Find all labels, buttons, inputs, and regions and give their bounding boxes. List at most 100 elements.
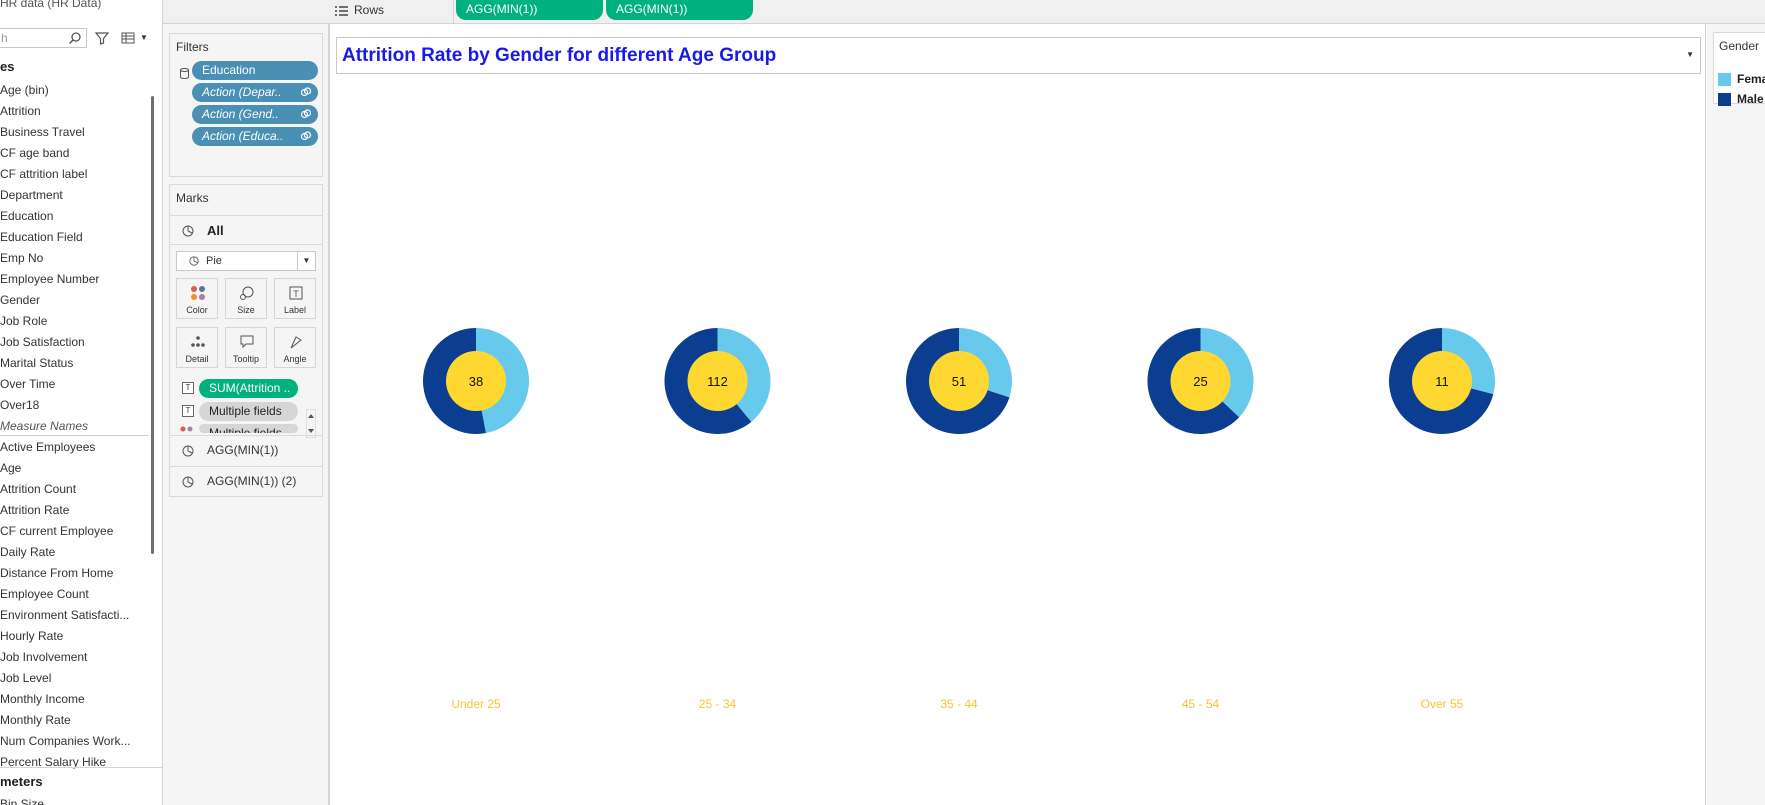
shelf-pill-multiple-fields[interactable]: Multiple fields [199, 424, 298, 433]
dimension-field[interactable]: Education [0, 206, 148, 227]
list-view-icon[interactable] [120, 30, 136, 46]
dimension-field[interactable]: Gender [0, 290, 148, 311]
scrollbar-thumb[interactable] [151, 96, 154, 554]
angle-button-label: Angle [283, 354, 307, 364]
detail-button[interactable]: Detail [176, 327, 218, 368]
dimension-field[interactable]: Job Satisfaction [0, 332, 148, 353]
size-button-label: Size [237, 305, 255, 315]
size-button[interactable]: Size [225, 278, 267, 319]
data-pane: HR data (HR Data) ▼ es Age (bin)Attritio… [0, 0, 163, 805]
attrition-count-label: 25 [1193, 374, 1207, 389]
age-group-label: Over 55 [1421, 697, 1464, 711]
marks-agg-row[interactable]: AGG(MIN(1)) (2) [170, 466, 322, 496]
dimension-field[interactable]: Education Field [0, 227, 148, 248]
measure-field[interactable]: Monthly Rate [0, 710, 148, 731]
measure-field[interactable]: CF current Employee [0, 521, 148, 542]
rows-label: Rows [354, 3, 385, 17]
agg-row-label: AGG(MIN(1)) [207, 443, 279, 457]
tooltip-icon [240, 335, 254, 349]
measure-field[interactable]: Percent Salary Hike [0, 752, 148, 773]
filter-icon[interactable] [94, 30, 110, 46]
chevron-down-icon[interactable]: ▼ [140, 33, 148, 42]
age-group-label: 45 - 54 [1182, 697, 1220, 711]
dimension-field[interactable]: Attrition [0, 101, 148, 122]
datasource-name[interactable]: HR data (HR Data) [0, 0, 101, 10]
filters-title: Filters [176, 40, 209, 54]
measure-field[interactable]: Distance From Home [0, 563, 148, 584]
dimension-field[interactable]: Age (bin) [0, 80, 148, 101]
color-button-label: Color [186, 305, 208, 315]
tooltip-button[interactable]: Tooltip [225, 327, 267, 368]
rows-icon [335, 6, 348, 16]
measure-field[interactable]: Num Companies Work... [0, 731, 148, 752]
label-icon: T [289, 286, 303, 300]
filter-pill-education[interactable]: Education [192, 61, 318, 80]
measure-field[interactable]: Hourly Rate [0, 626, 148, 647]
shelf-pill-sum-attrition[interactable]: SUM(Attrition .. [199, 379, 298, 398]
measure-field[interactable]: Environment Satisfacti... [0, 605, 148, 626]
gender-legend: Gender Female Male [1713, 32, 1765, 106]
filter-pill-action-department[interactable]: Action (Depar.. [192, 83, 318, 102]
measure-field[interactable]: Monthly Income [0, 689, 148, 710]
marks-agg-row[interactable]: AGG(MIN(1)) [170, 435, 322, 465]
parameter-item[interactable]: Bin Size [0, 797, 44, 805]
mark-type-dropdown[interactable]: Pie ▼ [176, 251, 316, 271]
rows-shelf: Rows AGG(MIN(1)) AGG(MIN(1)) [329, 0, 1765, 24]
measure-field[interactable]: Employee Count [0, 584, 148, 605]
label-shelf-icon: T [182, 382, 194, 394]
measure-names-field[interactable]: Measure Names [0, 416, 148, 436]
svg-text:T: T [293, 289, 299, 299]
dimension-field[interactable]: Employee Number [0, 269, 148, 290]
measure-field[interactable]: Daily Rate [0, 542, 148, 563]
divider [453, 0, 454, 24]
legend-label: Male [1737, 92, 1764, 106]
rows-pill[interactable]: AGG(MIN(1)) [606, 0, 753, 20]
dimension-field[interactable]: Marital Status [0, 353, 148, 374]
age-group-label: 25 - 34 [699, 697, 737, 711]
legend-label: Female [1737, 72, 1765, 86]
filter-pill-label: Action (Educa.. [202, 129, 284, 143]
search-icon[interactable] [68, 31, 82, 45]
filter-pill-label: Action (Depar.. [202, 85, 282, 99]
dimension-field[interactable]: Business Travel [0, 122, 148, 143]
angle-button[interactable]: Angle [274, 327, 316, 368]
filter-pill-action-gender[interactable]: Action (Gend.. [192, 105, 318, 124]
attrition-count-label: 51 [952, 374, 966, 389]
dimension-field[interactable]: CF attrition label [0, 164, 148, 185]
scroll-arrows-icon[interactable] [306, 409, 316, 438]
filter-pill-label: Action (Gend.. [202, 107, 279, 121]
measure-field[interactable]: Active Employees [0, 437, 148, 458]
rows-pill[interactable]: AGG(MIN(1)) [456, 0, 603, 20]
color-button[interactable]: Color [176, 278, 218, 319]
attrition-count-label: 112 [707, 374, 728, 389]
measure-field[interactable]: Job Level [0, 668, 148, 689]
color-dots-icon [180, 426, 193, 432]
legend-swatch [1718, 73, 1731, 86]
pie-icon [189, 256, 199, 266]
shelf-pill-multiple-fields[interactable]: Multiple fields [199, 402, 298, 421]
tooltip-button-label: Tooltip [232, 354, 259, 364]
dimension-field[interactable]: CF age band [0, 143, 148, 164]
measure-field[interactable]: Job Involvement [0, 647, 148, 668]
detail-button-label: Detail [185, 354, 209, 364]
search-field[interactable] [0, 28, 87, 48]
measure-field[interactable]: Attrition Rate [0, 500, 148, 521]
mark-type-label: Pie [206, 255, 222, 267]
label-button[interactable]: T Label [274, 278, 316, 319]
cards-column: Filters Education Action (Depar.. Action… [163, 0, 329, 805]
dimension-field[interactable]: Job Role [0, 311, 148, 332]
field-list: Age (bin) Attrition Business Travel CF age … [0, 80, 148, 773]
filter-pill-action-education[interactable]: Action (Educa.. [192, 127, 318, 146]
dimension-field[interactable]: Department [0, 185, 148, 206]
marks-all-row[interactable]: All [170, 215, 322, 245]
search-input[interactable] [0, 30, 70, 46]
chevron-down-icon[interactable]: ▼ [297, 252, 315, 270]
pie-icon [182, 225, 194, 237]
measure-field[interactable]: Attrition Count [0, 479, 148, 500]
dimension-field[interactable]: Over Time [0, 374, 148, 395]
dimension-field[interactable]: Emp No [0, 248, 148, 269]
cards-header-strip [163, 0, 329, 24]
measure-field[interactable]: Age [0, 458, 148, 479]
link-icon [300, 131, 312, 141]
dimension-field[interactable]: Over18 [0, 395, 148, 416]
